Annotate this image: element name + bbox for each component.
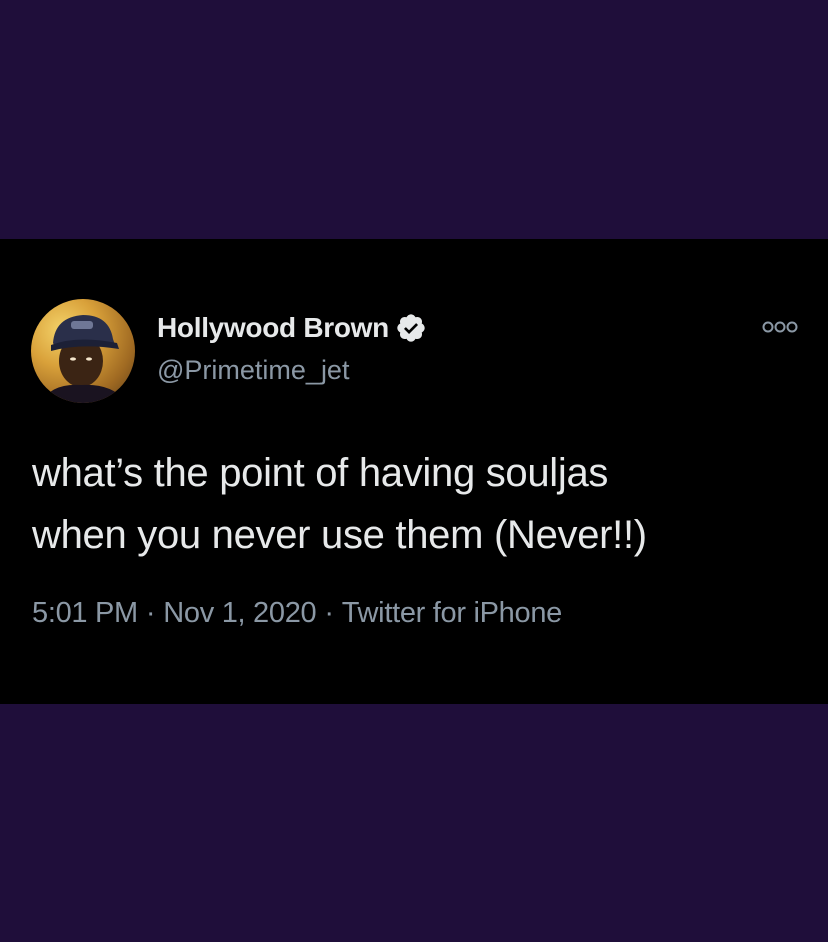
background-band-top <box>0 0 828 239</box>
tweet-card: Hollywood Brown @Primetime_jet what’s th… <box>0 239 828 704</box>
tweet-meta: 5:01 PM · Nov 1, 2020 · Twitter for iPhone <box>32 595 562 631</box>
display-name-row[interactable]: Hollywood Brown <box>157 311 427 345</box>
meta-separator: · <box>324 597 334 629</box>
background-band-bottom <box>0 704 828 942</box>
tweet-time[interactable]: 5:01 PM <box>32 597 138 629</box>
tweet-text: what’s the point of having souljas when … <box>32 442 802 566</box>
more-options-icon[interactable] <box>760 317 800 337</box>
tweet-source[interactable]: Twitter for iPhone <box>342 597 563 629</box>
tweet-text-line: when you never use them (Never!!) <box>32 513 647 557</box>
display-name[interactable]: Hollywood Brown <box>157 311 389 345</box>
verified-badge-icon <box>395 312 427 344</box>
meta-separator: · <box>145 597 156 629</box>
tweet-text-line: what’s the point of having souljas <box>32 451 609 495</box>
user-handle[interactable]: @Primetime_jet <box>157 353 349 387</box>
avatar[interactable] <box>31 299 135 403</box>
tweet-date[interactable]: Nov 1, 2020 <box>163 597 316 629</box>
